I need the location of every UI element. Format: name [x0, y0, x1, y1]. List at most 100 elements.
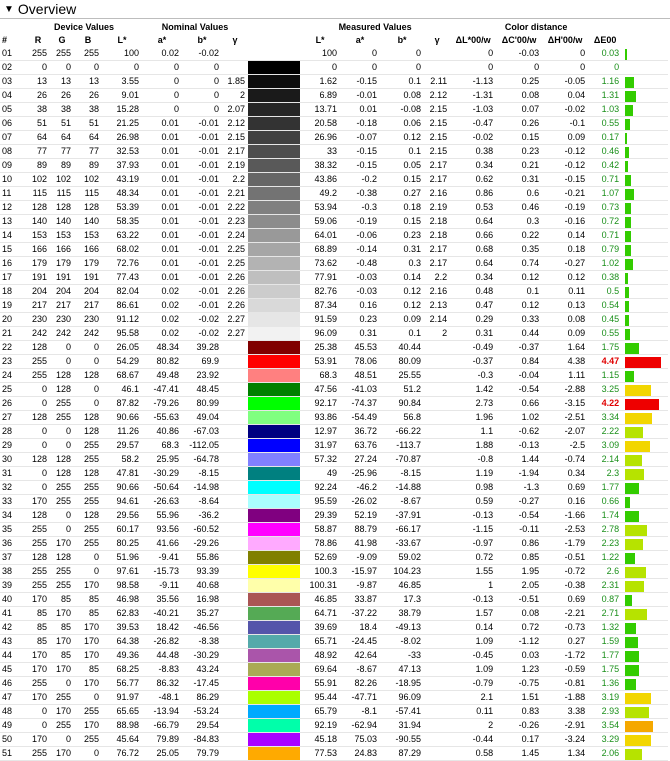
table-row[interactable]: 44 170 85 170 49.36 44.48 -30.29 48.92 42.64 -33-…: [0, 648, 669, 663]
table-row[interactable]: 22 128 0 0 26.05 48.34 39.28 25.38 45.53 40.44 -0.…: [0, 340, 669, 355]
table-row[interactable]: 14 153 153 153 63.22 0.01 -0.01 2.24 64.01 -0.06 0…: [0, 228, 669, 243]
cell-dl: 0.58: [450, 746, 497, 761]
table-row[interactable]: 23 255 0 0 54.29 80.82 69.9 53.91 78.06 80.09 -0.3…: [0, 354, 669, 369]
cell-de: 1.02: [588, 256, 623, 271]
column-header[interactable]: γ: [424, 34, 450, 47]
table-row[interactable]: 48 0 170 255 65.65 -13.94 -53.24 65.79 -8.1 -57.4…: [0, 704, 669, 719]
cell-mb: -70.87: [380, 452, 425, 467]
color-swatch: [248, 102, 301, 117]
table-row[interactable]: 24 255 128 128 68.67 49.48 23.92 68.3 48.51 25.55…: [0, 368, 669, 383]
column-header[interactable]: a*: [142, 34, 182, 47]
column-header-row: # R G B L* a* b* γ L* a* b* γ ΔL*00/w ΔC'00/w ΔH'00/w Δ…: [0, 34, 668, 47]
delta-e-bar-cell: [622, 648, 669, 663]
table-row[interactable]: 42 85 85 170 39.53 18.42 -46.56 39.69 18.4 -49.13…: [0, 620, 669, 635]
table-row[interactable]: 02 0 0 0 0 0 0 0 0 0 0 0 0 0: [0, 60, 669, 75]
table-row[interactable]: 17 191 191 191 77.43 0.01 -0.01 2.26 77.91 -0.03 0…: [0, 270, 669, 285]
cell-ng: [222, 536, 249, 551]
column-header[interactable]: ΔE00: [588, 34, 622, 47]
table-row[interactable]: 34 128 0 128 29.56 55.96 -36.2 29.39 52.19 -37.91…: [0, 508, 669, 523]
cell-id: 20: [0, 312, 26, 327]
table-row[interactable]: 08 77 77 77 32.53 0.01 -0.01 2.17 33 -0.15 0.1 2.15…: [0, 144, 669, 159]
cell-b: 0: [74, 340, 102, 355]
cell-de: 1.77: [588, 648, 623, 663]
table-row[interactable]: 04 26 26 26 9.01 0 0 2 6.89 -0.01 0.08 2.12 -1.31 0.0…: [0, 88, 669, 103]
column-header[interactable]: R: [26, 34, 50, 47]
table-row[interactable]: 25 0 128 0 46.1 -47.41 48.45 47.56 -41.03 51.2 1.4…: [0, 382, 669, 397]
table-row[interactable]: 51 255 170 0 76.72 25.05 79.79 77.53 24.83 87.29 0…: [0, 746, 669, 761]
cell-b: 13: [74, 74, 102, 89]
column-header[interactable]: G: [50, 34, 74, 47]
cell-b: 255: [74, 732, 102, 747]
table-row[interactable]: 09 89 89 89 37.93 0.01 -0.01 2.19 38.32 -0.15 0.05…: [0, 158, 669, 173]
column-header[interactable]: b*: [380, 34, 424, 47]
table-row[interactable]: 07 64 64 64 26.98 0.01 -0.01 2.15 26.96 -0.07 0.12…: [0, 130, 669, 145]
column-header[interactable]: ΔH'00/w: [542, 34, 588, 47]
table-row[interactable]: 18 204 204 204 82.04 0.02 -0.01 2.26 82.76 -0.03 0…: [0, 284, 669, 299]
table-row[interactable]: 35 255 0 255 60.17 93.56 -60.52 58.87 88.79 -66.1…: [0, 522, 669, 537]
cell-r: 77: [26, 144, 50, 159]
cell-mb: -66.17: [380, 522, 425, 537]
delta-e-bar: [625, 314, 629, 326]
column-header[interactable]: L*: [300, 34, 340, 47]
table-row[interactable]: 16 179 179 179 72.76 0.01 -0.01 2.25 73.62 -0.48 0…: [0, 256, 669, 271]
table-row[interactable]: 32 0 255 255 90.66 -50.64 -14.98 92.24 -46.2 -14.…: [0, 480, 669, 495]
table-row[interactable]: 43 85 170 170 64.38 -26.82 -8.38 65.71 -24.45 -8.…: [0, 634, 669, 649]
table-row[interactable]: 01 255 255 255 100 0.02 -0.02 100 0 0 0 -0.03 0 0.03: [0, 47, 669, 61]
table-row[interactable]: 27 128 255 128 90.66 -55.63 49.04 93.86 -54.49 56…: [0, 410, 669, 425]
column-header[interactable]: #: [0, 34, 26, 47]
table-row[interactable]: 37 128 128 0 51.96 -9.41 55.86 52.69 -9.09 59.02 0…: [0, 550, 669, 565]
column-header[interactable]: a*: [340, 34, 380, 47]
column-header[interactable]: ΔL*00/w: [450, 34, 496, 47]
table-row[interactable]: 50 170 0 255 45.64 79.89 -84.83 45.18 75.03 -90.5…: [0, 732, 669, 747]
table-row[interactable]: 19 217 217 217 86.61 0.02 -0.01 2.26 87.34 0.16 0.…: [0, 298, 669, 313]
table-row[interactable]: 36 255 170 255 80.25 41.66 -29.26 78.86 41.98 -33…: [0, 536, 669, 551]
color-swatch: [248, 578, 301, 593]
table-row[interactable]: 11 115 115 115 48.34 0.01 -0.01 2.21 49.2 -0.38 0.…: [0, 186, 669, 201]
table-row[interactable]: 12 128 128 128 53.39 0.01 -0.01 2.22 53.94 -0.3 0.…: [0, 200, 669, 215]
table-row[interactable]: 40 170 85 85 46.98 35.56 16.98 46.85 33.87 17.3 -0…: [0, 592, 669, 607]
column-header[interactable]: L*: [102, 34, 142, 47]
cell-de: 1.03: [588, 102, 623, 117]
table-row[interactable]: 46 255 0 170 56.77 86.32 -17.45 55.91 82.26 -18.9…: [0, 676, 669, 691]
column-header[interactable]: b*: [182, 34, 222, 47]
table-row[interactable]: 33 170 255 255 94.61 -26.63 -8.64 95.59 -26.02 -8…: [0, 494, 669, 509]
table-row[interactable]: 47 170 255 0 91.97 -48.1 86.29 95.44 -47.71 96.09…: [0, 690, 669, 705]
column-header[interactable]: [248, 34, 300, 47]
table-row[interactable]: 20 230 230 230 91.12 0.02 -0.02 2.27 91.59 0.23 0.…: [0, 312, 669, 327]
table-row[interactable]: 05 38 38 38 15.28 0 0 2.07 13.71 0.01 -0.08 2.15 -1.…: [0, 102, 669, 117]
table-row[interactable]: 06 51 51 51 21.25 0.01 -0.01 2.12 20.58 -0.18 0.06…: [0, 116, 669, 131]
table-row[interactable]: 45 170 170 85 68.25 -8.83 43.24 69.64 -8.67 47.13…: [0, 662, 669, 677]
cell-nl: 87.82: [102, 396, 143, 411]
cell-ma: 18.4: [340, 620, 381, 635]
table-row[interactable]: 15 166 166 166 68.02 0.01 -0.01 2.25 68.89 -0.14 0…: [0, 242, 669, 257]
cell-mb: -90.55: [380, 732, 425, 747]
column-header[interactable]: [622, 34, 668, 47]
table-row[interactable]: 28 0 0 128 11.26 40.86 -67.03 12.97 36.72 -66.22 1…: [0, 424, 669, 439]
cell-b: 170: [74, 718, 102, 733]
table-row[interactable]: 26 0 255 0 87.82 -79.26 80.99 92.17 -74.37 90.84 2…: [0, 396, 669, 411]
cell-nb: 86.29: [182, 690, 223, 705]
triangle-down-icon[interactable]: ▼: [4, 4, 14, 15]
table-row[interactable]: 39 255 255 170 98.58 -9.11 40.68 100.31 -9.87 46.…: [0, 578, 669, 593]
cell-dc: -1.12: [496, 634, 543, 649]
table-row[interactable]: 10 102 102 102 43.19 0.01 -0.01 2.2 43.86 -0.2 0.1…: [0, 172, 669, 187]
table-row[interactable]: 30 128 128 255 58.2 25.95 -64.78 57.32 27.24 -70.…: [0, 452, 669, 467]
table-row[interactable]: 21 242 242 242 95.58 0.02 -0.02 2.27 96.09 0.31 0.…: [0, 326, 669, 341]
table-row[interactable]: 49 0 255 170 88.98 -66.79 29.54 92.19 -62.94 31.9…: [0, 718, 669, 733]
cell-ma: 27.24: [340, 452, 381, 467]
overview-header[interactable]: ▼ Overview: [0, 0, 670, 18]
table-row[interactable]: 03 13 13 13 3.55 0 0 1.85 1.62 -0.15 0.1 2.11 -1.13 0…: [0, 74, 669, 89]
table-row[interactable]: 41 85 170 85 62.83 -40.21 35.27 64.71 -37.22 38.7…: [0, 606, 669, 621]
table-row[interactable]: 38 255 255 0 97.61 -15.73 93.39 100.3 -15.97 104.…: [0, 564, 669, 579]
column-header[interactable]: B: [74, 34, 102, 47]
column-header[interactable]: γ: [222, 34, 248, 47]
table-row[interactable]: 31 0 128 128 47.81 -30.29 -8.15 49 -25.96 -8.15 1.…: [0, 466, 669, 481]
delta-e-bar: [625, 566, 646, 578]
cell-g: 0: [50, 676, 74, 691]
column-header[interactable]: ΔC'00/w: [496, 34, 542, 47]
cell-nb: 0: [182, 102, 223, 117]
delta-e-bar-cell: [622, 312, 669, 327]
table-row[interactable]: 13 140 140 140 58.35 0.01 -0.01 2.23 59.06 -0.19 0…: [0, 214, 669, 229]
table-row[interactable]: 29 0 0 255 29.57 68.3 -112.05 31.97 63.76 -113.7 1…: [0, 438, 669, 453]
cell-mg: [424, 424, 451, 439]
